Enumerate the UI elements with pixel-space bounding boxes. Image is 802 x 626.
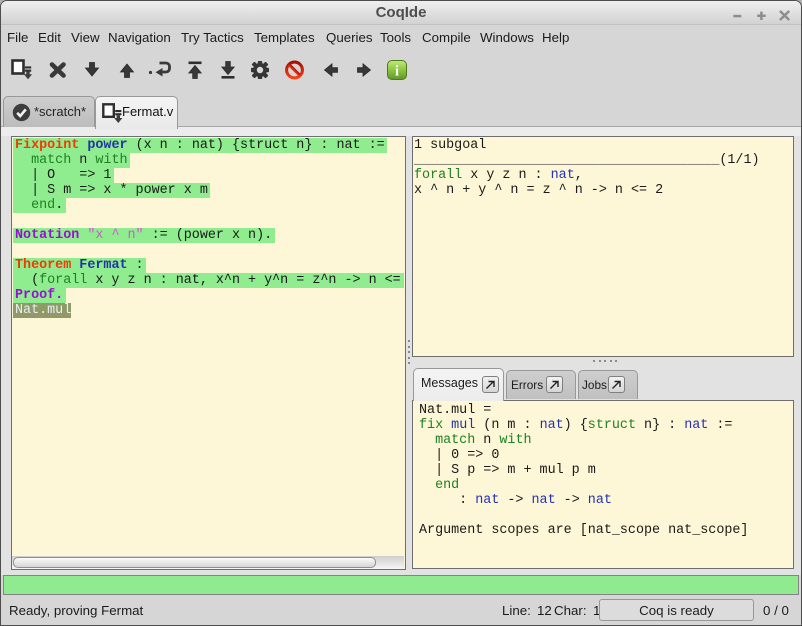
svg-text:i: i bbox=[395, 64, 399, 80]
